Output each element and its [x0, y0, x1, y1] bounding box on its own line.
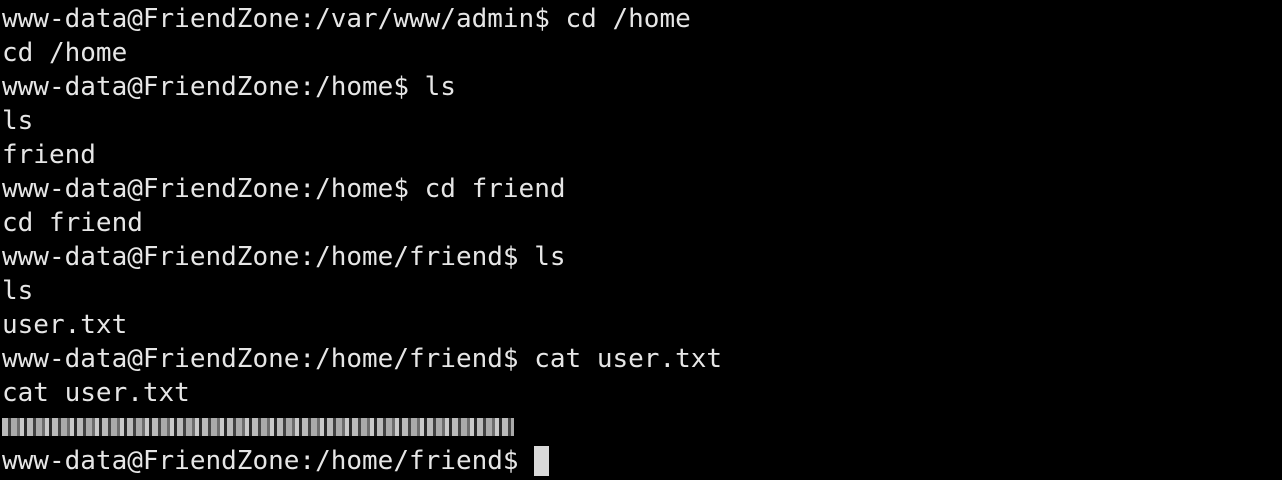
redacted-output-line	[2, 410, 1282, 444]
terminal-line: cd friend	[2, 208, 143, 238]
pixelated-redaction	[2, 418, 514, 436]
terminal-line: www-data@FriendZone:/home$ ls	[2, 72, 456, 102]
terminal-line: cat user.txt	[2, 378, 190, 408]
terminal-line: www-data@FriendZone:/home/friend$ cat us…	[2, 344, 723, 374]
terminal-input-line[interactable]: www-data@FriendZone:/home/friend$	[2, 444, 1282, 478]
terminal-line: ls	[2, 106, 34, 136]
terminal-line: cd /home	[2, 38, 128, 68]
terminal-line: ls	[2, 276, 34, 306]
shell-prompt: www-data@FriendZone:/home/friend$	[2, 446, 535, 476]
terminal-line: user.txt	[2, 310, 128, 340]
terminal-window[interactable]: www-data@FriendZone:/var/www/admin$ cd /…	[0, 0, 1282, 480]
terminal-line: friend	[2, 140, 96, 170]
terminal-line: www-data@FriendZone:/var/www/admin$ cd /…	[2, 4, 691, 34]
terminal-line: www-data@FriendZone:/home$ cd friend	[2, 174, 566, 204]
text-cursor	[534, 446, 550, 476]
terminal-line: www-data@FriendZone:/home/friend$ ls	[2, 242, 566, 272]
